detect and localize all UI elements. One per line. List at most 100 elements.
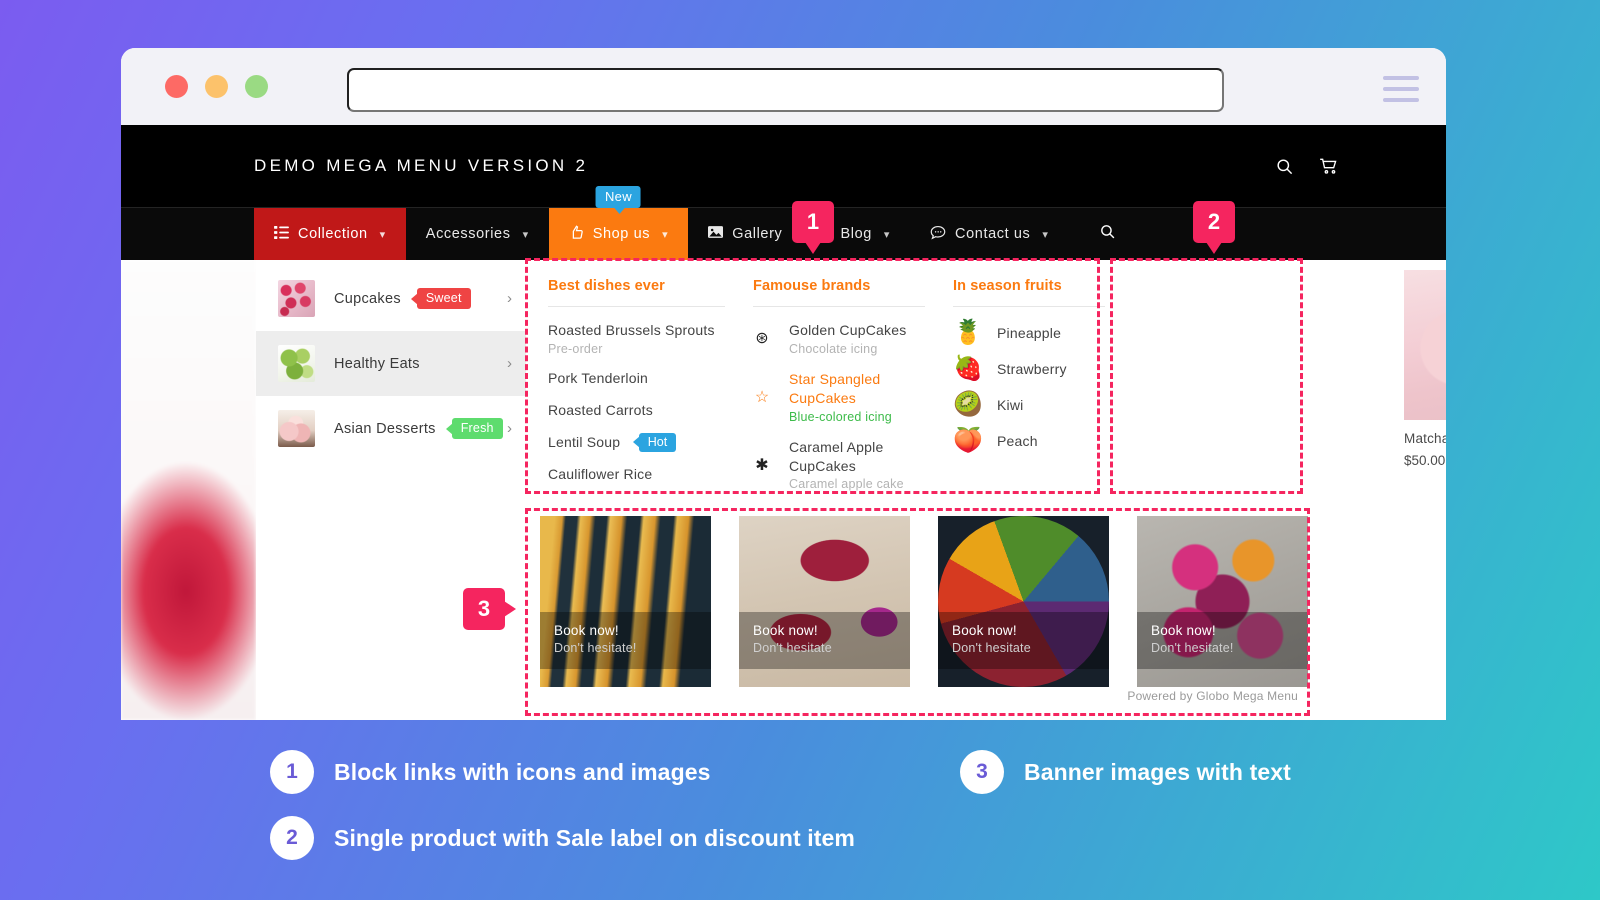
banner-overlay: Book now! Don't hesitate [938, 612, 1109, 669]
site-brand-title: DEMO MEGA MENU VERSION 2 [254, 156, 589, 175]
column-best-dishes: Best dishes ever Roasted Brussels Sprout… [534, 278, 739, 508]
list-item[interactable]: 🍍 Pineapple [953, 321, 1105, 345]
link-label: Kiwi [997, 397, 1024, 413]
legend-number: 3 [960, 750, 1004, 794]
product-title: Matcha flavor mochi [1404, 431, 1446, 446]
banner-subtitle: Don't hesitate [952, 641, 1031, 655]
banner-title: Book now! [753, 623, 818, 638]
link-label: Star Spangled CupCakes [789, 370, 881, 406]
link-sublabel: Chocolate icing [789, 341, 878, 356]
image-icon [708, 225, 724, 243]
category-label: Asian Desserts [334, 420, 436, 437]
nav-label: Blog [840, 226, 872, 242]
link-label: Pork Tenderloin [548, 369, 649, 386]
nav-badge-new: New [595, 186, 641, 214]
column-famouse-brands: Famouse brands ⊛ Golden CupCakes Chocola… [739, 278, 939, 508]
link-sublabel: Pre-order [548, 341, 603, 356]
address-bar[interactable] [347, 68, 1224, 112]
nav-label: Accessories [425, 226, 511, 242]
link-label: Cauliflower Rice [548, 465, 653, 482]
cart-icon[interactable] [1318, 156, 1339, 176]
banner-row: Book now! Don't hesitate! Book now! Don'… [534, 516, 1308, 703]
hamburger-icon[interactable] [1383, 76, 1419, 102]
list-item[interactable]: ⊛ Golden CupCakes Chocolate icing [753, 321, 925, 356]
legend-label: Banner images with text [1024, 758, 1291, 785]
peach-icon: 🍑 [953, 427, 983, 454]
product-price: $50.00 [1404, 453, 1446, 468]
category-label: Healthy Eats [334, 355, 420, 372]
category-item-asian-desserts[interactable]: Asian Desserts Fresh › [256, 396, 526, 461]
nav-item-contact-us[interactable]: Contact us ▾ [910, 208, 1068, 260]
link-sublabel: Blue-colored icing [789, 409, 892, 424]
list-item[interactable]: Roasted Carrots [548, 401, 725, 420]
link-label: Roasted Brussels Sprouts [548, 322, 715, 338]
link-badge-hot: Hot [632, 432, 677, 452]
nav-item-shop-us[interactable]: New Shop us ▾ [548, 186, 689, 260]
close-window-button[interactable] [165, 75, 188, 98]
link-label: Golden CupCakes [789, 322, 907, 338]
link-label: Roasted Carrots [548, 401, 653, 418]
banner-card[interactable]: Book now! Don't hesitate! [1137, 516, 1308, 687]
column-title: Famouse brands [753, 278, 871, 294]
category-item-healthy-eats[interactable]: Healthy Eats › [256, 331, 526, 396]
list-item[interactable]: Lentil Soup Hot [548, 432, 725, 452]
banner-title: Book now! [554, 623, 619, 638]
nav-item-collection[interactable]: Collection ▾ [254, 208, 406, 260]
strawberry-icon: 🍓 [953, 355, 983, 382]
banner-card[interactable]: Book now! Don't hesitate [938, 516, 1109, 687]
nav-item-accessories[interactable]: Accessories ▾ [406, 208, 549, 260]
divider [953, 306, 1105, 307]
chevron-right-icon: › [507, 355, 512, 372]
marker-1: 1 [792, 201, 834, 254]
banner-card[interactable]: Book now! Don't hesitate [739, 516, 910, 687]
site-header: DEMO MEGA MENU VERSION 2 [121, 125, 1446, 207]
chevron-right-icon: › [507, 290, 512, 307]
nav-search-button[interactable] [1079, 208, 1136, 260]
divider [753, 306, 925, 307]
search-icon [1099, 223, 1116, 245]
banner-subtitle: Don't hesitate [753, 641, 832, 655]
chevron-down-icon: ▾ [662, 228, 669, 241]
list-item[interactable]: 🥝 Kiwi [953, 393, 1105, 417]
minimize-window-button[interactable] [205, 75, 228, 98]
mega-menu-content: Best dishes ever Roasted Brussels Sprout… [526, 260, 1446, 720]
list-item[interactable]: ☆ Star Spangled CupCakes Blue-colored ic… [753, 370, 925, 424]
banner-overlay: Book now! Don't hesitate [739, 612, 910, 669]
nav-label: Shop us [592, 226, 651, 242]
banner-title: Book now! [952, 623, 1017, 638]
link-label: Caramel Apple CupCakes [789, 438, 884, 474]
banner-overlay: Book now! Don't hesitate! [1137, 612, 1308, 669]
header-icon-group [1275, 156, 1339, 176]
legend-label: Block links with icons and images [334, 758, 711, 785]
category-badge-sweet: Sweet [410, 288, 471, 309]
chevron-right-icon: › [507, 420, 512, 437]
maximize-window-button[interactable] [245, 75, 268, 98]
list-item[interactable]: ✱ Caramel Apple CupCakes Caramel apple c… [753, 438, 925, 492]
browser-window: DEMO MEGA MENU VERSION 2 Collection ▾ Ac… [121, 48, 1446, 720]
traffic-lights [165, 75, 268, 98]
banner-subtitle: Don't hesitate! [1151, 641, 1234, 655]
powered-by-label: Powered by Globo Mega Menu [1127, 689, 1298, 703]
list-item[interactable]: 🍑 Peach [953, 429, 1105, 453]
search-icon[interactable] [1275, 157, 1294, 176]
list-item[interactable]: Cauliflower Rice [548, 465, 725, 484]
chevron-down-icon: ▾ [379, 228, 386, 241]
list-icon [274, 225, 289, 243]
list-item[interactable]: Pork Tenderloin [548, 369, 725, 388]
chat-icon [930, 225, 946, 244]
product-price-group: $50.00 $55.00 [1404, 453, 1446, 468]
product-card[interactable]: SALE Matcha flavor mochi $50.00 $55.00 [1404, 270, 1446, 468]
nav-label: Collection [298, 226, 368, 242]
marker-3: 3 [463, 588, 516, 630]
banner-card[interactable]: Book now! Don't hesitate! [540, 516, 711, 687]
column-in-season-fruits: In season fruits 🍍 Pineapple 🍓 Strawberr… [939, 278, 1119, 508]
category-label: Cupcakes [334, 290, 401, 307]
pineapple-icon: 🍍 [953, 319, 983, 346]
list-item[interactable]: Roasted Brussels Sprouts Pre-order [548, 321, 725, 356]
list-item[interactable]: 🍓 Strawberry [953, 357, 1105, 381]
legend-item-3: 3 Banner images with text [960, 750, 1291, 794]
product-image: SALE [1404, 270, 1446, 420]
divider [548, 306, 725, 307]
category-badge-fresh: Fresh [445, 418, 503, 439]
category-item-cupcakes[interactable]: Cupcakes Sweet › [256, 266, 526, 331]
